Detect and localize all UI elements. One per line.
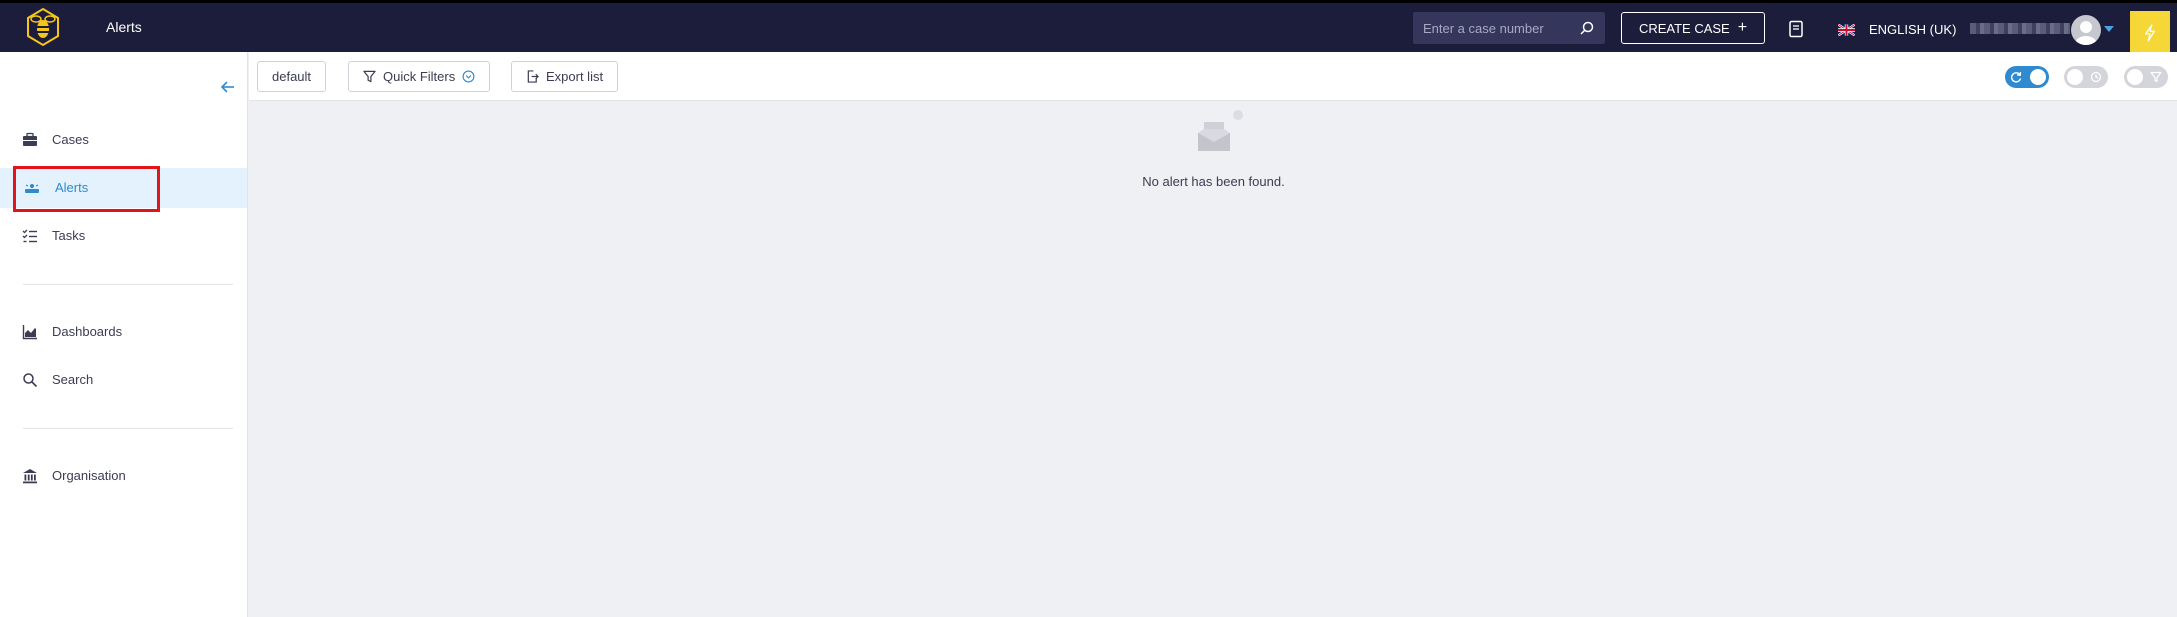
empty-state-message: No alert has been found. [1142, 174, 1285, 189]
create-case-label: CREATE CASE [1638, 20, 1730, 36]
plus-icon: + [1737, 19, 1748, 36]
sidebar-item-cases[interactable]: Cases [0, 120, 247, 160]
uk-flag-icon[interactable] [1838, 24, 1855, 36]
time-icon [2090, 71, 2102, 83]
case-number-input[interactable] [1423, 12, 1573, 44]
sidebar-divider [23, 428, 233, 429]
sidebar-divider [23, 284, 233, 285]
export-list-label: Export list [546, 69, 604, 84]
user-avatar[interactable] [2071, 15, 2101, 45]
language-selector[interactable]: ENGLISH (UK) [1869, 22, 1956, 37]
lightning-icon [2144, 23, 2156, 42]
sidebar-item-label: Cases [52, 132, 89, 147]
sidebar-item-search[interactable]: Search [0, 360, 247, 400]
user-name-blurred[interactable] [1970, 23, 2070, 34]
search-icon [23, 373, 38, 388]
export-file-icon [527, 70, 539, 83]
auto-refresh-toggle[interactable] [2005, 66, 2049, 88]
sidebar-item-organisation[interactable]: Organisation [0, 456, 247, 496]
sidebar-item-dashboards[interactable]: Dashboards [0, 312, 247, 352]
filter-funnel-icon [363, 70, 376, 83]
user-menu-caret-icon[interactable] [2104, 26, 2114, 32]
tasks-icon [22, 229, 37, 243]
sidebar-item-label: Tasks [52, 228, 86, 243]
case-search-box[interactable] [1413, 12, 1605, 44]
quick-filters-label: Quick Filters [383, 69, 456, 84]
quick-filters-button[interactable]: Quick Filters [348, 61, 491, 92]
filter-funnel-icon [2150, 71, 2162, 83]
toggle-knob [2067, 69, 2083, 85]
thehive-logo-icon[interactable] [25, 7, 61, 47]
search-icon[interactable] [1579, 20, 1595, 36]
briefcase-icon [23, 132, 37, 146]
sidebar: Cases Alerts Tasks Dashboards Search Org… [0, 52, 248, 617]
empty-inbox-icon [1198, 110, 1243, 151]
collapse-sidebar-arrow-icon[interactable] [220, 79, 236, 95]
page-title: Alerts [106, 19, 142, 35]
documentation-book-icon[interactable] [1788, 20, 1805, 38]
list-toolbar: default Quick Filters Export list [249, 52, 2177, 101]
lightning-bolt-button[interactable] [2130, 11, 2170, 54]
top-bar: Alerts CREATE CASE + ENGLISH (UK) [0, 0, 2177, 54]
default-filter-label: default [272, 69, 312, 84]
toggle-knob [2030, 69, 2046, 85]
view-mode-toggle[interactable] [2064, 66, 2108, 88]
filter-panel-toggle[interactable] [2124, 66, 2168, 88]
refresh-icon [2010, 71, 2022, 83]
sidebar-item-label: Dashboards [52, 324, 123, 339]
chart-icon [22, 325, 37, 340]
default-filter-button[interactable]: default [257, 61, 327, 92]
export-list-button[interactable]: Export list [511, 61, 619, 92]
sidebar-item-label: Search [52, 372, 94, 387]
bank-icon [23, 469, 37, 484]
create-case-button[interactable]: CREATE CASE + [1621, 12, 1765, 44]
chevron-down-circle-icon [462, 70, 475, 83]
highlight-box [13, 166, 160, 212]
sidebar-item-label: Organisation [52, 468, 126, 483]
sidebar-item-tasks[interactable]: Tasks [0, 216, 247, 256]
toggle-knob [2127, 69, 2143, 85]
